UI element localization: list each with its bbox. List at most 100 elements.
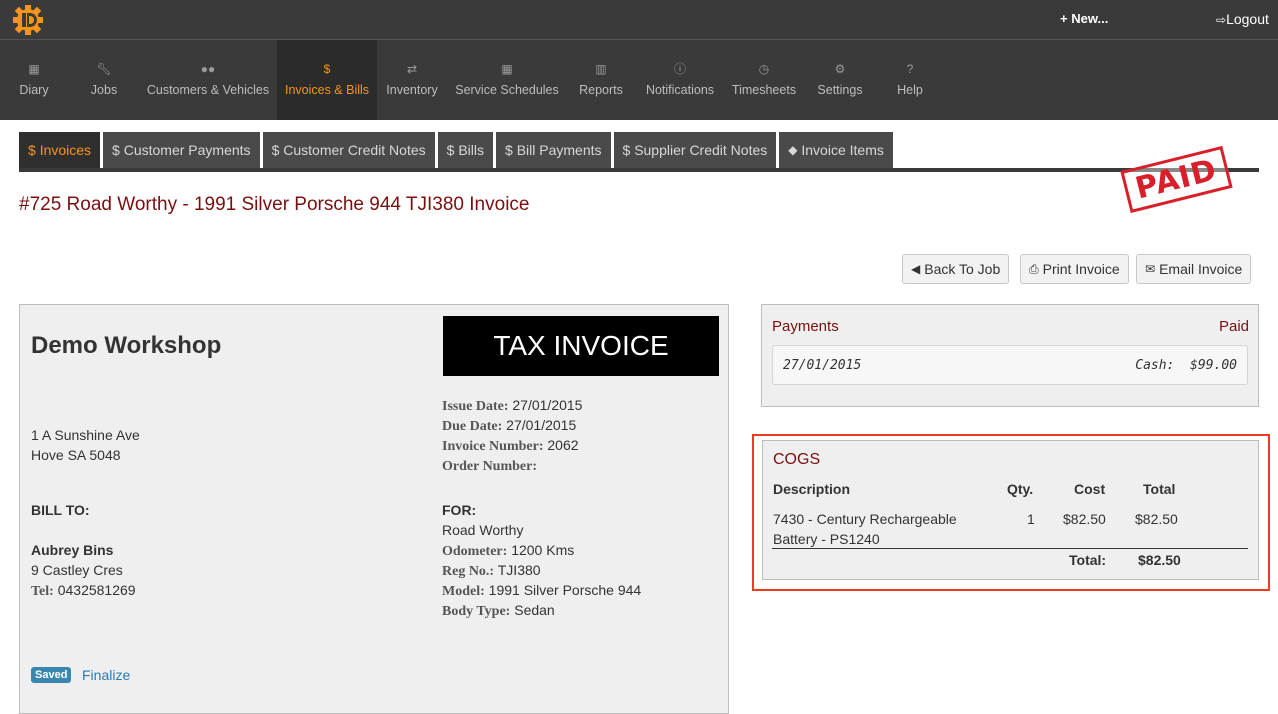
paid-stamp: PAID [1120,145,1233,214]
payment-row[interactable]: 27/01/2015 Cash: $99.00 [772,345,1248,385]
question-icon: ? [906,62,914,76]
print-invoice-button[interactable]: ⎙ Print Invoice [1020,254,1129,284]
tag-icon: ◆ [788,143,798,157]
workshop-address-line2: Hove SA 5048 [31,447,121,463]
email-invoice-label: Email Invoice [1159,261,1243,277]
payments-title: Payments [772,318,839,335]
sign-out-icon: ⇨ [1216,13,1227,27]
for-value: Road Worthy [442,522,524,538]
customer-name: Aubrey Bins [31,542,114,558]
tab-customer-payments[interactable]: $ Customer Payments [103,132,260,168]
dollar-icon: $ [622,142,631,158]
gear-logo-icon[interactable] [12,4,44,36]
dollar-icon: $ [323,62,331,76]
finalize-link[interactable]: Finalize [82,667,130,683]
order-number-row: Order Number: [442,457,537,475]
cogs-title: COGS [773,451,821,468]
email-invoice-button[interactable]: ✉ Email Invoice [1136,254,1252,284]
dollar-icon: $ [446,142,455,158]
tab-bill-payments[interactable]: $ Bill Payments [496,132,611,168]
odometer-value: 1200 Kms [511,542,575,558]
cogs-panel: COGS Description Qty. Cost Total 7430 - … [762,440,1259,580]
due-date-label: Due Date: [442,419,503,434]
nav-item-notifications[interactable]: ⓘ Notifications [641,40,719,120]
reg-label: Reg No.: [442,564,495,579]
tab-divider [19,168,1259,172]
model-label: Model: [442,584,485,599]
tab-invoices[interactable]: $ Invoices [19,132,101,168]
calendar-icon: ▦ [28,62,40,76]
payment-status: Paid [1218,318,1249,335]
users-icon: ●● [200,62,216,76]
issue-date-label: Issue Date: [442,399,509,414]
invoice-number-value: 2062 [547,437,579,453]
nav-item-customers-vehicles[interactable]: ●● Customers & Vehicles [142,40,274,120]
wrench-icon: 🔧︎ [96,62,112,76]
col-description: Description [773,481,851,497]
for-label: FOR: [442,502,477,518]
nav-item-invoices-bills[interactable]: $ Invoices & Bills [277,40,377,120]
tel-label: Tel: [31,584,54,599]
nav-item-label: Settings [817,83,863,97]
tab-label: Customer Payments [123,142,251,158]
nav-item-help[interactable]: ? Help [888,40,932,120]
plus-icon: + [1060,11,1068,26]
back-to-job-button[interactable]: ◀ Back To Job [902,254,1010,284]
nav-item-reports[interactable]: ▥ Reports [574,40,628,120]
nav-item-timesheets[interactable]: ◷ Timesheets [729,40,799,120]
tab-invoice-items[interactable]: ◆ Invoice Items [779,132,893,168]
clock-icon: ◷ [758,62,770,76]
bill-to-label: BILL TO: [31,502,90,518]
new-button[interactable]: + New... [1060,11,1108,26]
tab-customer-credit-notes[interactable]: $ Customer Credit Notes [262,132,435,168]
nav-item-jobs[interactable]: 🔧︎ Jobs [81,40,127,120]
body-type-label: Body Type: [442,604,511,619]
nav-item-label: Notifications [645,83,715,97]
page-title: #725 Road Worthy - 1991 Silver Porsche 9… [19,194,530,215]
info-icon: ⓘ [673,62,686,76]
envelope-icon: ✉ [1145,262,1156,276]
new-button-label: New... [1071,11,1109,26]
retweet-icon: ⇄ [406,62,418,76]
status-badge: Saved [31,667,72,683]
workshop-name: Demo Workshop [31,332,222,359]
logout-label: Logout [1226,11,1269,27]
gears-icon: ⚙ [834,62,846,76]
col-cost: Cost [1074,481,1106,497]
bar-chart-icon: ▥ [595,62,607,76]
model-value: 1991 Silver Porsche 944 [488,582,642,598]
cogs-item-description-line1: 7430 - Century Rechargeable [773,511,957,527]
issue-date-value: 27/01/2015 [512,397,583,413]
odometer-label: Odometer: [442,544,508,559]
nav-item-label: Service Schedules [455,83,559,97]
nav-item-label: Jobs [90,83,118,97]
order-number-label: Order Number: [442,459,537,474]
nav-item-service-schedules[interactable]: ▦ Service Schedules [452,40,562,120]
due-date-row: Due Date: 27/01/2015 [442,417,576,435]
tab-bills[interactable]: $ Bills [437,132,493,168]
dollar-icon: $ [28,142,36,158]
nav-item-diary[interactable]: ▦ Diary [9,40,59,120]
nav-item-inventory[interactable]: ⇄ Inventory [382,40,442,120]
body-type-value: Sedan [514,602,555,618]
invoice-subtabs: $ Invoices $ Customer Payments $ Custome… [19,132,893,168]
tab-supplier-credit-notes[interactable]: $ Supplier Credit Notes [613,132,777,168]
nav-item-settings[interactable]: ⚙ Settings [812,40,868,120]
top-bar: + New... ⇨Logout [0,0,1278,40]
col-total: Total [1143,481,1176,497]
reg-value: TJI380 [497,562,541,578]
logout-button[interactable]: ⇨Logout [1216,11,1269,27]
cogs-divider [772,548,1248,549]
dollar-icon: $ [112,142,120,158]
dollar-icon: $ [271,142,280,158]
cogs-item-total: $82.50 [1135,511,1178,527]
customer-address: 9 Castley Cres [31,562,123,578]
cogs-item-cost: $82.50 [1063,511,1106,527]
odometer-row: Odometer: 1200 Kms [442,542,574,560]
nav-item-label: Inventory [386,83,438,97]
body-type-row: Body Type: Sedan [442,602,555,620]
issue-date-row: Issue Date: 27/01/2015 [442,397,582,415]
col-qty: Qty. [1007,481,1034,497]
main-nav: ▦ Diary 🔧︎ Jobs ●● Customers & Vehicles … [0,40,1278,120]
arrow-left-icon: ◀ [911,262,921,276]
